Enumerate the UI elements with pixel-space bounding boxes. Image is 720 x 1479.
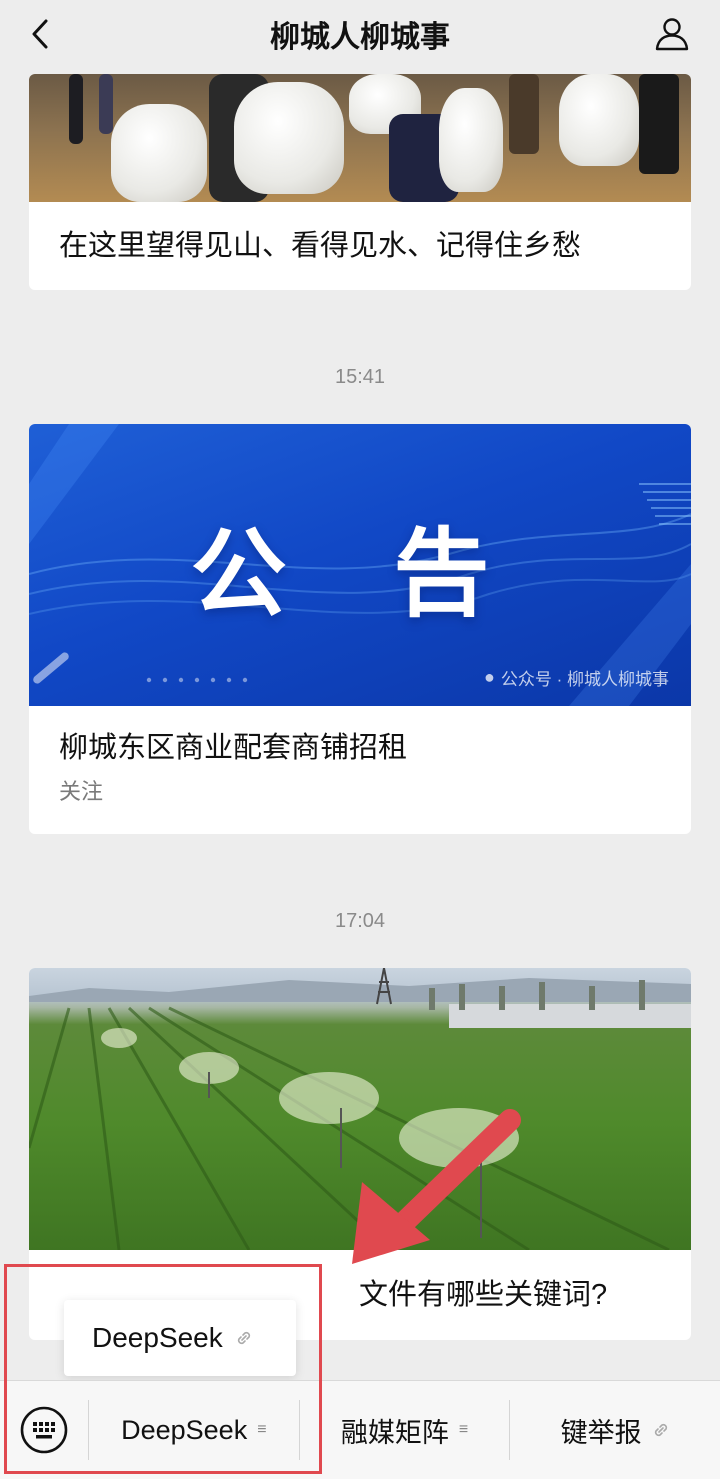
- banner-watermark: ● 公众号 · 柳城人柳城事: [484, 665, 669, 690]
- submenu-popup[interactable]: DeepSeek: [64, 1300, 296, 1376]
- article-subtext: 关注: [59, 779, 104, 804]
- menu-item-label: 键举报: [560, 1417, 642, 1448]
- menu-lines-icon: ≡: [257, 1421, 267, 1438]
- menu-item-label: 融媒矩阵: [340, 1417, 449, 1448]
- menu-item-report[interactable]: 键举报: [509, 1400, 720, 1460]
- article-card[interactable]: 在这里望得见山、看得见水、记得住乡愁: [29, 74, 691, 290]
- article-card[interactable]: 公 告 ● 公众号 · 柳城人柳城事 柳城东区商业配套商铺招租 关注: [29, 424, 691, 834]
- menu-item-deepseek[interactable]: DeepSeek ≡: [88, 1400, 299, 1460]
- watermark-text: 公众号 · 柳城人柳城事: [500, 670, 669, 689]
- menu-item-label: DeepSeek: [121, 1414, 248, 1445]
- menu-lines-icon: ≡: [458, 1421, 469, 1438]
- keyboard-icon: [20, 1406, 68, 1454]
- top-bar: 柳城人柳城事: [0, 0, 720, 68]
- page-title: 柳城人柳城事: [270, 21, 450, 54]
- link-icon: [237, 1331, 250, 1345]
- message-time: 17:04: [334, 910, 386, 932]
- article-cover-image: [29, 968, 691, 1250]
- article-headline: 在这里望得见山、看得见水、记得住乡愁: [59, 230, 582, 262]
- article-headline: 文件有哪些关键词?: [359, 1279, 608, 1311]
- profile-button[interactable]: [650, 12, 694, 56]
- submenu-item-deepseek[interactable]: DeepSeek: [92, 1322, 223, 1354]
- keyboard-toggle-button[interactable]: [0, 1381, 88, 1479]
- article-card[interactable]: 文件有哪些关键词?: [29, 968, 691, 1340]
- message-time: 15:41: [334, 366, 386, 388]
- bottom-menu-bar: DeepSeek ≡ 融媒矩阵 ≡ 键举报: [0, 1380, 720, 1479]
- chevron-left-icon: [32, 19, 48, 49]
- wechat-icon: ●: [484, 667, 495, 687]
- article-cover-image: 公 告 ● 公众号 · 柳城人柳城事: [29, 424, 691, 706]
- link-icon: [654, 1423, 667, 1437]
- article-cover-image: [29, 74, 691, 202]
- person-icon: [655, 18, 689, 51]
- menu-item-media-matrix[interactable]: 融媒矩阵 ≡: [298, 1400, 510, 1460]
- article-headline: 柳城东区商业配套商铺招租: [59, 732, 408, 764]
- back-button[interactable]: [20, 14, 60, 54]
- banner-title: 公 告: [190, 521, 530, 628]
